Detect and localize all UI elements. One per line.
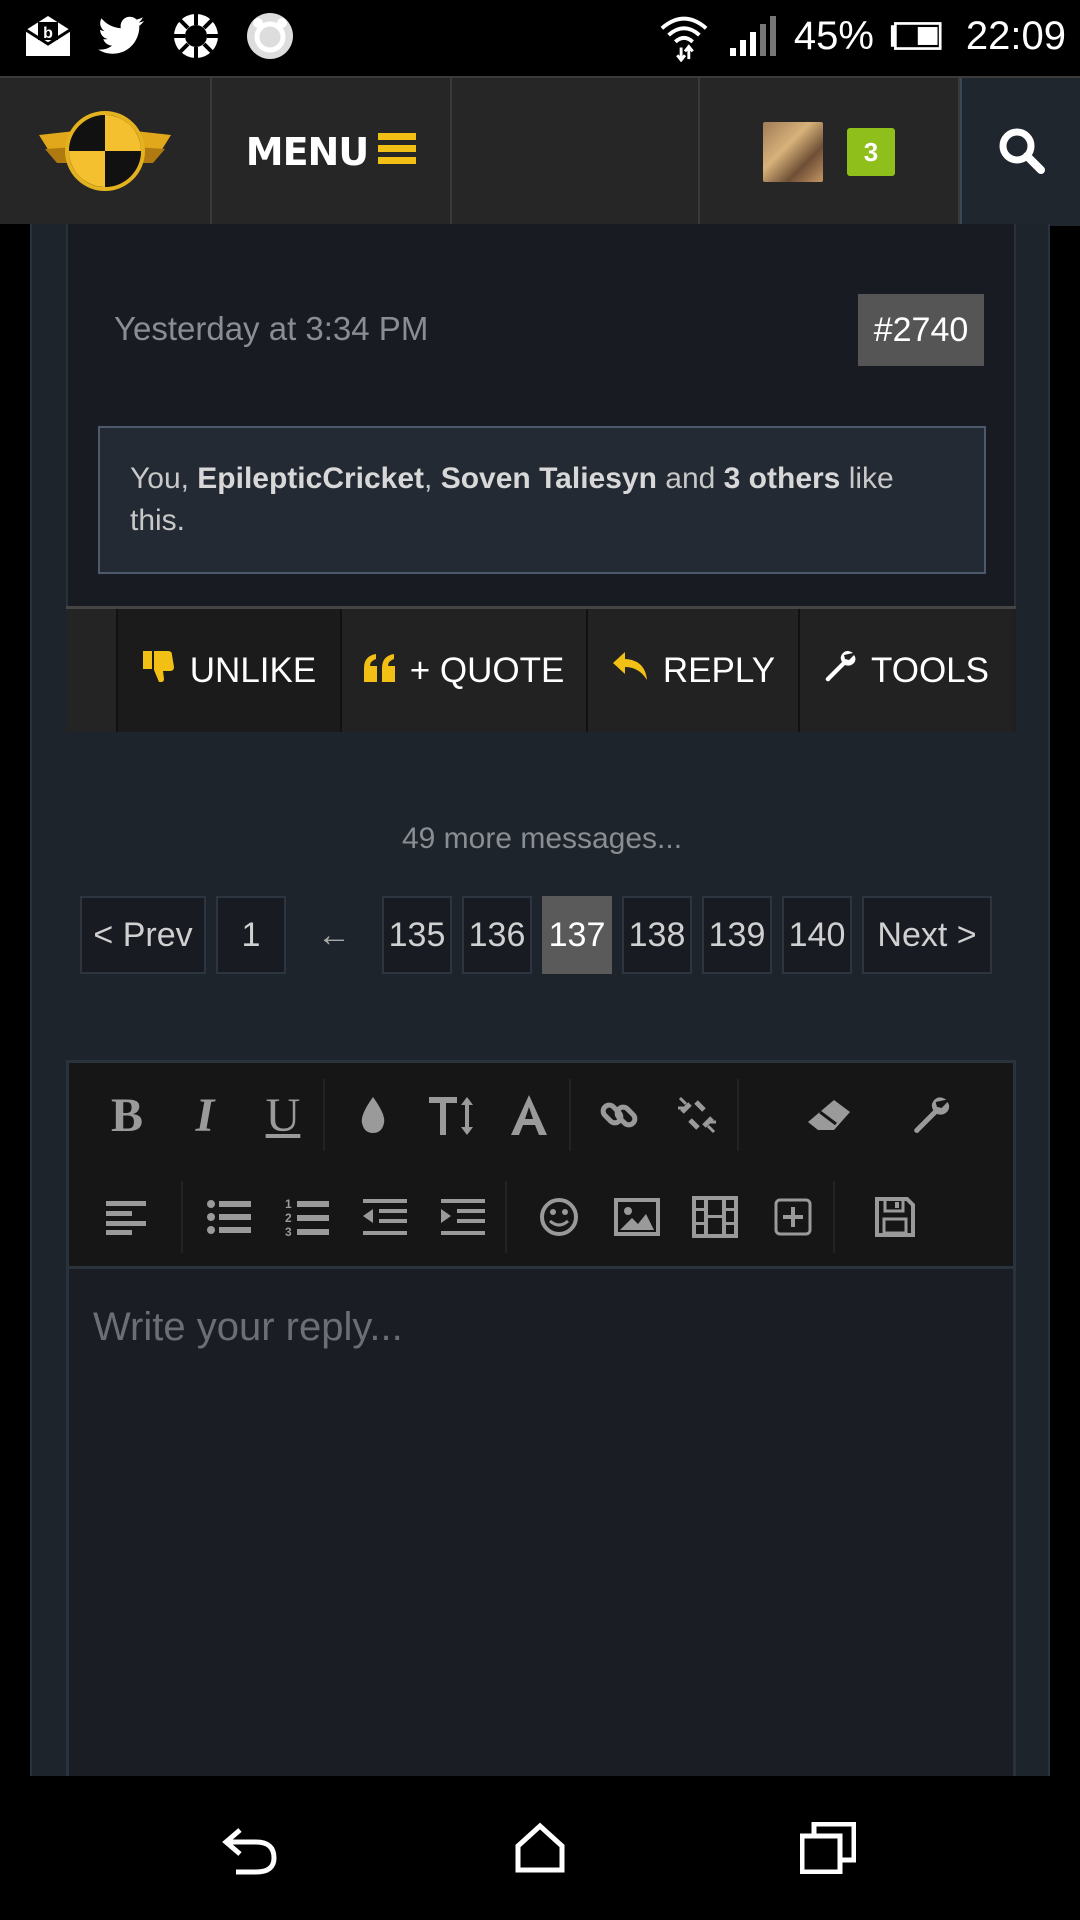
reply-placeholder: Write your reply... [93,1305,403,1349]
page-skip-arrow[interactable]: ← [296,896,372,974]
action-stub [66,609,118,732]
outdent-icon[interactable] [355,1187,415,1247]
save-icon[interactable] [865,1187,925,1247]
likes-summary: You, EpilepticCricket, Soven Taliesyn an… [98,426,986,574]
quote-icon [363,651,396,691]
unlike-button[interactable]: UNLIKE [118,609,342,732]
post-number[interactable]: #2740 [858,294,984,366]
svg-text:3: 3 [285,1225,292,1237]
tools-label: TOOLS [870,650,989,690]
search-button[interactable] [960,78,1080,226]
smiley-icon[interactable] [529,1187,589,1247]
reply-label: REPLY [662,650,776,690]
color-drop-icon[interactable] [343,1085,403,1145]
italic-icon[interactable]: I [175,1085,235,1145]
post-timestamp[interactable]: Yesterday at 3:34 PM [114,310,428,348]
svg-text:1: 1 [285,1197,292,1211]
page-link[interactable]: 135 [382,896,452,974]
pagination: < Prev 1 ← 135 136 137 138 139 140 Next … [80,896,992,974]
wifi-icon [658,10,710,62]
align-left-icon[interactable] [97,1187,157,1247]
underline-icon[interactable]: U [253,1085,313,1145]
indent-icon[interactable] [433,1187,493,1247]
status-bar: b 45% 22:09 [0,0,1080,76]
image-icon[interactable] [607,1187,667,1247]
header-spacer [452,78,700,226]
account-button[interactable]: 3 [700,78,960,226]
svg-text:b: b [43,25,53,42]
reply-input[interactable]: Write your reply... [69,1269,1013,1779]
current-page[interactable]: 137 [542,896,612,974]
thumbs-down-icon [142,649,176,692]
site-logo-icon [35,105,175,200]
avatar [763,122,823,182]
bullet-list-icon[interactable] [199,1187,259,1247]
notification-badge[interactable]: 3 [847,128,895,176]
back-icon[interactable] [216,1812,288,1884]
media-icon[interactable] [685,1187,745,1247]
prev-page-button[interactable]: < Prev [80,896,206,974]
svg-text:2: 2 [285,1211,292,1225]
thread-content: Yesterday at 3:34 PM #2740 You, Epilepti… [30,224,1052,1779]
quote-label: + QUOTE [409,650,565,690]
search-icon [997,126,1045,179]
reply-icon [611,650,649,691]
link-icon[interactable] [589,1085,649,1145]
unlike-label: UNLIKE [189,650,317,690]
clock: 22:09 [965,13,1066,58]
liker-link[interactable]: Soven Taliesyn [441,462,657,495]
menu-button[interactable]: MENU [212,78,452,226]
liker-link[interactable]: EpilepticCricket [197,462,424,495]
font-size-icon[interactable] [421,1085,481,1145]
page-link[interactable]: 139 [702,896,772,974]
menu-label: MENU [245,130,369,174]
more-messages-link[interactable]: 49 more messages... [32,822,1052,856]
page-link[interactable]: 140 [782,896,852,974]
font-family-icon[interactable] [499,1085,559,1145]
page-link[interactable]: 136 [462,896,532,974]
insert-icon[interactable] [763,1187,823,1247]
unlink-icon[interactable] [667,1085,727,1145]
aperture-icon [170,10,222,62]
system-nav-bar [0,1776,1080,1920]
reply-button[interactable]: REPLY [588,609,800,732]
battery-icon [890,10,942,62]
signal-icon [726,10,778,62]
reply-editor: B I U 1 2 3 Write your reply... [66,1060,1016,1779]
site-logo[interactable] [0,78,212,226]
eraser-icon[interactable] [799,1085,859,1145]
mail-notification-icon: b [22,10,74,62]
page-1-link[interactable]: 1 [216,896,286,974]
editor-toolbar: B I U 1 2 3 [69,1063,1013,1269]
site-header: MENU 3 [0,76,1080,226]
next-page-button[interactable]: Next > [862,896,992,974]
bear-app-icon [244,10,296,62]
wrench-icon [823,649,857,692]
tools-button[interactable]: TOOLS [800,609,1012,732]
numbered-list-icon[interactable]: 123 [277,1187,337,1247]
quote-button[interactable]: + QUOTE [342,609,588,732]
recents-icon[interactable] [792,1812,864,1884]
bold-icon[interactable]: B [97,1085,157,1145]
twitter-icon [96,10,148,62]
wrench-icon[interactable] [901,1085,961,1145]
hamburger-icon [378,130,417,174]
others-link[interactable]: 3 others [724,462,841,495]
page-link[interactable]: 138 [622,896,692,974]
post-actions: UNLIKE + QUOTE REPLY TOOLS [66,606,1016,732]
home-icon[interactable] [504,1812,576,1884]
battery-percent: 45% [793,13,874,58]
